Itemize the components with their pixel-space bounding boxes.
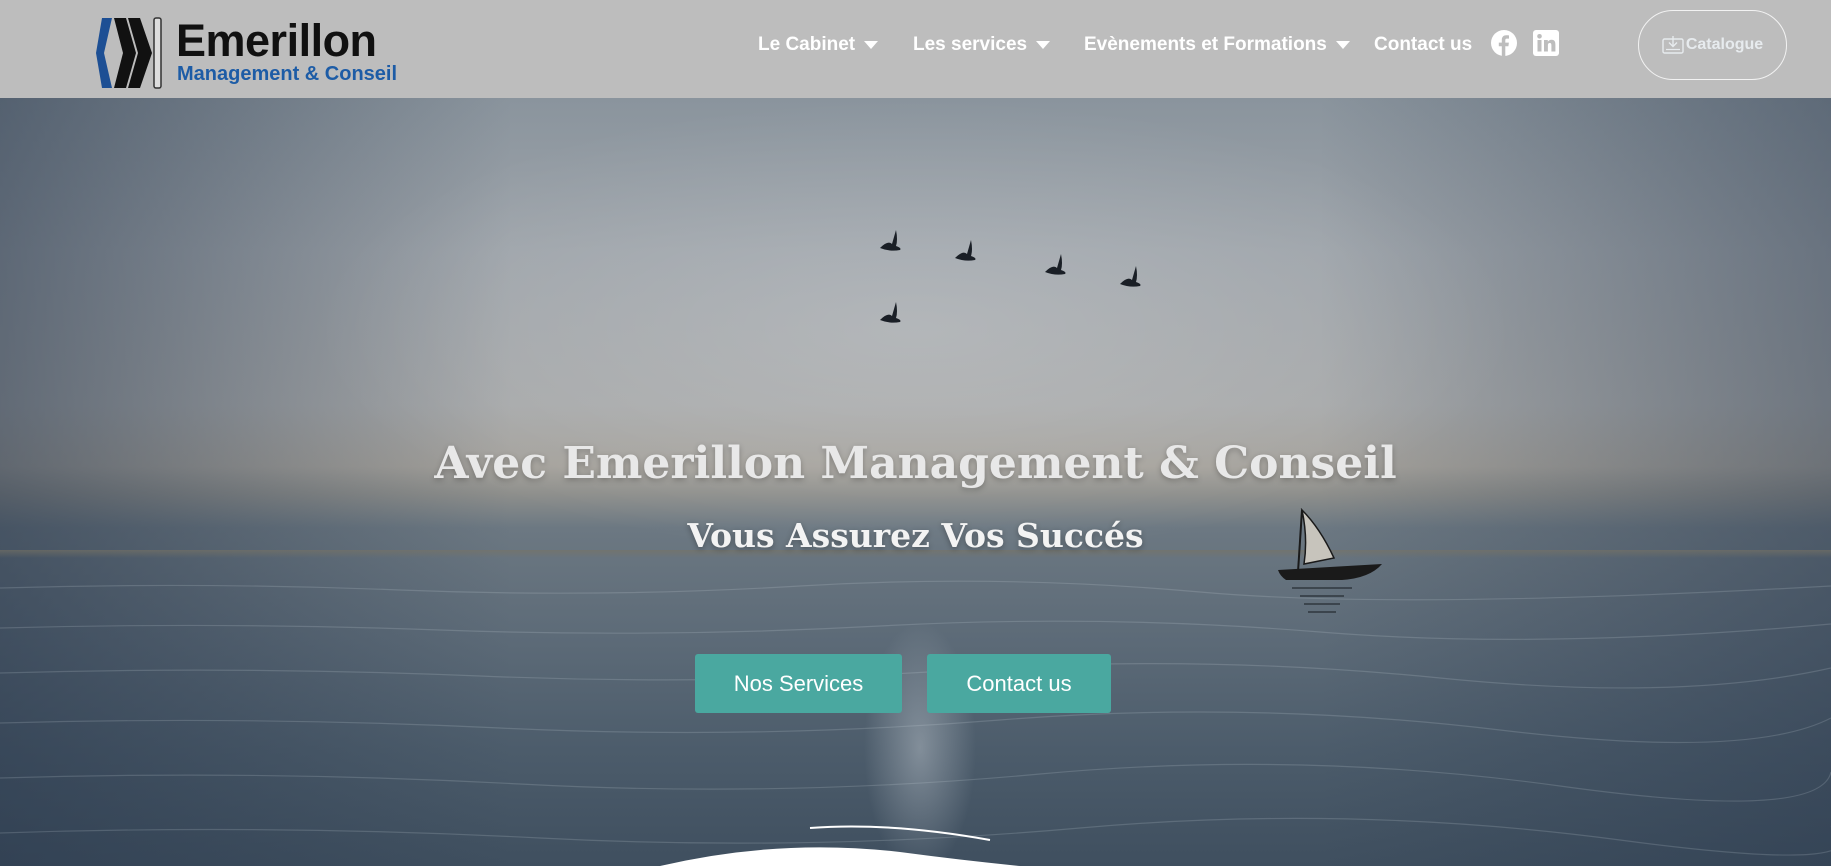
nav-item-label: Contact us bbox=[1374, 34, 1473, 55]
nav-item-le-cabinet[interactable]: Le Cabinet bbox=[758, 30, 879, 60]
decorative-swoosh bbox=[660, 825, 1020, 866]
contact-us-button[interactable]: Contact us bbox=[927, 654, 1111, 713]
catalogue-button[interactable]: Catalogue bbox=[1638, 10, 1787, 80]
hero-section: Avec Emerillon Management & Conseil Vous… bbox=[0, 98, 1831, 866]
nav-item-contact-us[interactable]: Contact us bbox=[1374, 30, 1472, 60]
hero-subtitle: Vous Assurez Vos Succés bbox=[687, 516, 1144, 555]
nav-item-evenements-formations[interactable]: Evènements et Formations bbox=[1084, 30, 1350, 60]
caret-down-icon bbox=[1036, 41, 1051, 49]
caret-down-icon bbox=[1335, 41, 1350, 49]
brand-tagline: Management & Conseil bbox=[177, 63, 398, 85]
hero-title: Avec Emerillon Management & Conseil bbox=[434, 438, 1397, 489]
nav-item-les-services[interactable]: Les services bbox=[913, 30, 1051, 60]
nav-item-label: Evènements et Formations bbox=[1084, 34, 1327, 55]
logo-chevrons-icon bbox=[96, 17, 162, 89]
facebook-icon[interactable] bbox=[1491, 30, 1517, 56]
linkedin-icon[interactable] bbox=[1533, 30, 1559, 56]
site-header: Emerillon Management & Conseil Le Cabine… bbox=[0, 0, 1831, 98]
birds-illustration bbox=[880, 230, 1141, 323]
brand-name: Emerillon bbox=[176, 15, 377, 66]
nav-item-label: Le Cabinet bbox=[758, 34, 856, 55]
nos-services-button[interactable]: Nos Services bbox=[695, 654, 902, 713]
catalogue-label: Catalogue bbox=[1685, 36, 1764, 53]
nav-item-label: Les services bbox=[913, 34, 1028, 55]
caret-down-icon bbox=[864, 41, 879, 49]
download-icon bbox=[1662, 36, 1684, 54]
brand-logo[interactable]: Emerillon Management & Conseil bbox=[96, 15, 398, 90]
